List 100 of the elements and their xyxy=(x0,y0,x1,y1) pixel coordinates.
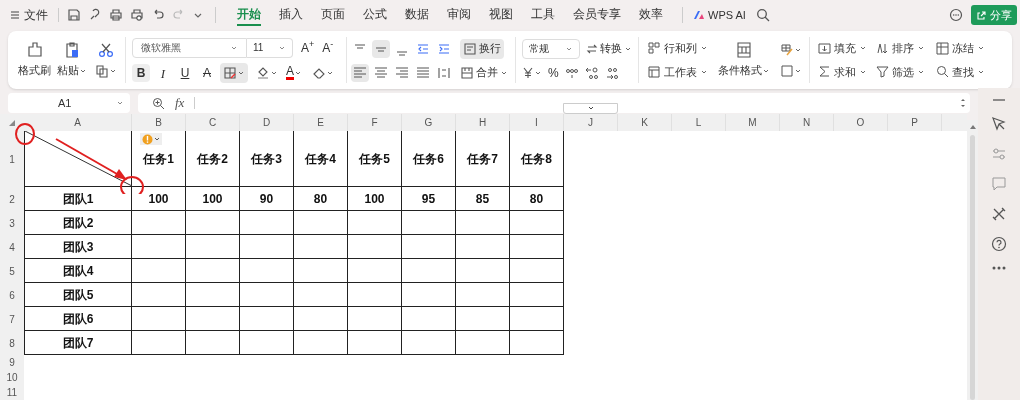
column-header[interactable]: O xyxy=(834,114,888,131)
row-number[interactable]: 2 xyxy=(0,187,24,211)
caret-icon[interactable] xyxy=(154,136,160,142)
column-header[interactable]: K xyxy=(618,114,672,131)
print-icon[interactable] xyxy=(109,8,123,22)
share-button[interactable]: 分享 xyxy=(971,5,1017,25)
fill-color-button[interactable] xyxy=(256,65,278,80)
border-style-button[interactable] xyxy=(780,63,802,78)
ribbon-tab[interactable]: 效率 xyxy=(639,4,663,26)
align-middle-icon[interactable] xyxy=(372,39,390,58)
column-header[interactable]: L xyxy=(672,114,726,131)
number-format-select[interactable]: 常规 xyxy=(522,38,580,59)
ribbon-tab[interactable]: 工具 xyxy=(531,4,555,26)
caret-icon xyxy=(116,99,124,107)
filter-button[interactable]: 筛选 xyxy=(876,63,930,80)
print-preview-icon[interactable] xyxy=(130,8,144,22)
row-number[interactable]: 3 xyxy=(0,211,24,235)
rows-columns-button[interactable]: 行和列 xyxy=(647,40,708,57)
file-menu[interactable]: 文件 xyxy=(8,4,50,26)
column-header[interactable]: I xyxy=(510,114,564,131)
column-header[interactable]: F xyxy=(348,114,402,131)
font-size-select[interactable]: 11 xyxy=(247,37,293,58)
name-box[interactable]: A1 xyxy=(8,93,130,113)
cell-style-icon xyxy=(780,42,794,57)
convert-button[interactable]: 转换 xyxy=(586,40,632,57)
zoom-icon[interactable] xyxy=(152,96,165,110)
column-header[interactable]: N xyxy=(780,114,834,131)
shrink-font-button[interactable]: A$^{-}$ xyxy=(322,38,334,57)
column-header[interactable]: H xyxy=(456,114,510,131)
ribbon-tab[interactable]: 插入 xyxy=(279,4,303,26)
minimize-icon[interactable] xyxy=(992,98,1006,102)
column-header[interactable]: C xyxy=(186,114,240,131)
ai-button[interactable]: WPS AI xyxy=(693,6,746,24)
format-painter-button[interactable]: 格式刷 xyxy=(18,41,51,79)
font-color-button[interactable]: A xyxy=(286,65,302,80)
ribbon-tab[interactable]: 公式 xyxy=(363,4,387,26)
currency-button[interactable] xyxy=(522,66,542,79)
decrease-decimal-icon[interactable] xyxy=(604,65,619,80)
bold-button[interactable]: B xyxy=(132,63,150,82)
row-number[interactable]: 4 xyxy=(0,235,24,259)
ribbon-tab[interactable]: 页面 xyxy=(321,4,345,26)
ribbon-tab[interactable]: 审阅 xyxy=(447,4,471,26)
ribbon-tab[interactable]: 视图 xyxy=(489,4,513,26)
underline-button[interactable]: U xyxy=(176,63,194,82)
find-button[interactable]: 查找 xyxy=(936,63,990,80)
cursor-icon[interactable] xyxy=(991,116,1007,132)
conditional-format-button[interactable]: 条件格式 xyxy=(718,41,770,79)
increase-decimal-icon[interactable] xyxy=(584,65,599,80)
table-cell xyxy=(132,307,186,331)
sum-button[interactable]: 求和 xyxy=(818,63,870,80)
row-number[interactable]: 1 xyxy=(0,131,24,187)
merge-button[interactable]: 合并 xyxy=(460,64,508,81)
tools-icon[interactable] xyxy=(991,206,1007,222)
grow-font-button[interactable]: A$^{+}$ xyxy=(301,38,315,57)
row-number[interactable]: 10 xyxy=(0,370,24,385)
sort-button[interactable]: 排序 xyxy=(876,40,930,57)
scissors-icon[interactable] xyxy=(98,42,114,58)
table-cell xyxy=(294,331,348,355)
column-header[interactable]: A xyxy=(24,114,132,131)
formula-input[interactable]: fx xyxy=(138,93,970,113)
save-icon[interactable] xyxy=(67,8,81,22)
search-icon[interactable] xyxy=(755,8,770,22)
ribbon-tab[interactable]: 会员专享 xyxy=(573,4,621,26)
cell-style-button[interactable] xyxy=(780,42,802,57)
column-header[interactable]: P xyxy=(888,114,942,131)
row-number[interactable]: 7 xyxy=(0,307,24,331)
strikethrough-button[interactable]: A xyxy=(198,63,216,82)
fill-button[interactable]: 填充 xyxy=(818,40,870,57)
italic-button[interactable]: I xyxy=(154,63,172,82)
table-cell xyxy=(348,259,402,283)
paste-button[interactable]: 粘贴 xyxy=(57,41,87,79)
more-icon[interactable] xyxy=(992,266,1006,270)
function-label[interactable]: fx xyxy=(175,93,185,113)
select-all-icon[interactable] xyxy=(9,119,15,126)
row-number[interactable]: 6 xyxy=(0,283,24,307)
ribbon-tab[interactable]: 开始 xyxy=(237,4,261,26)
column-header[interactable]: M xyxy=(726,114,780,131)
column-header[interactable]: E xyxy=(294,114,348,131)
expand-arrows-icon[interactable] xyxy=(960,97,966,109)
table-cell: 团队1 xyxy=(24,187,132,211)
align-left-icon[interactable] xyxy=(351,63,369,82)
wrap-text-button[interactable]: 换行 xyxy=(460,38,504,59)
chat-icon[interactable] xyxy=(949,8,963,22)
percent-button[interactable]: % xyxy=(548,63,559,82)
row-number[interactable]: 11 xyxy=(0,385,24,400)
help-icon[interactable] xyxy=(991,236,1007,252)
copy-button[interactable] xyxy=(95,64,117,78)
font-family-select[interactable]: 微软雅黑 xyxy=(132,37,247,58)
freeze-button[interactable]: 冻结 xyxy=(936,40,990,57)
row-number[interactable]: 8 xyxy=(0,331,24,355)
link-icon[interactable] xyxy=(88,8,102,22)
row-number[interactable]: 9 xyxy=(0,355,24,370)
column-header[interactable]: D xyxy=(240,114,294,131)
column-header[interactable]: G xyxy=(402,114,456,131)
column-header[interactable]: B xyxy=(132,114,186,131)
worksheet-button[interactable]: 工作表 xyxy=(647,63,708,80)
ribbon-tab[interactable]: 数据 xyxy=(405,4,429,26)
row-number[interactable]: 5 xyxy=(0,259,24,283)
borders-button[interactable] xyxy=(220,62,248,83)
sliders-icon[interactable] xyxy=(991,146,1007,162)
